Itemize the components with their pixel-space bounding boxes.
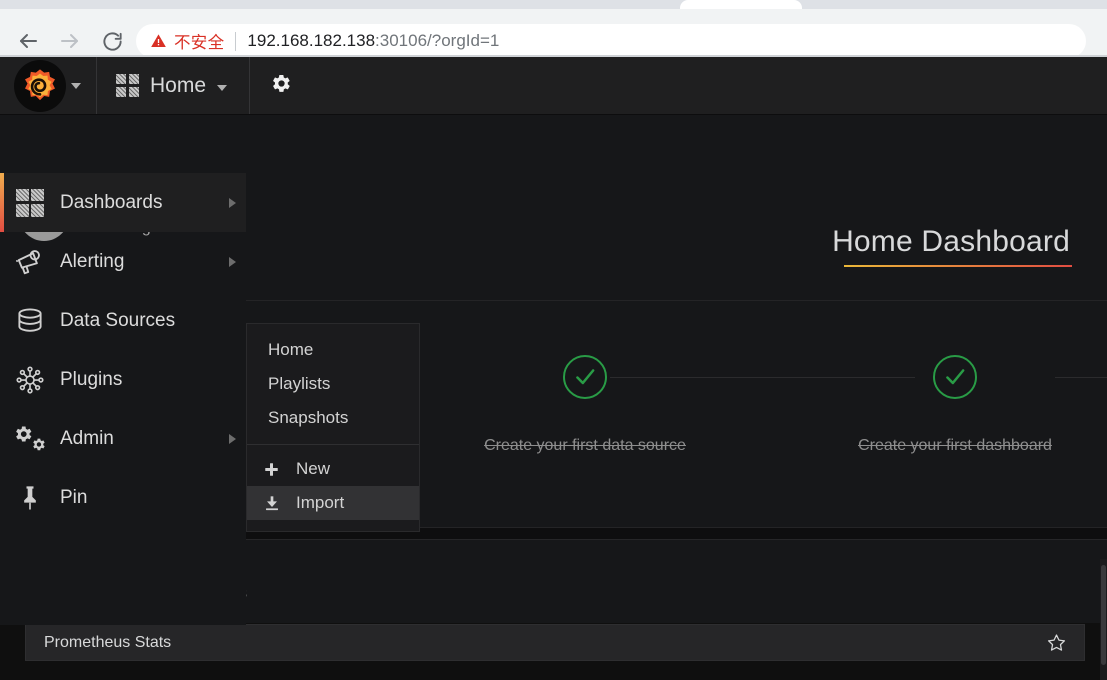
submenu-bottom-padding bbox=[247, 520, 419, 531]
submenu-item-label: Snapshots bbox=[268, 408, 349, 427]
page-title-underline bbox=[844, 265, 1072, 267]
sidebar-item-pin[interactable]: Pin bbox=[0, 468, 246, 527]
plus-icon bbox=[264, 462, 289, 477]
plugins-icon bbox=[0, 365, 60, 395]
database-icon bbox=[0, 306, 60, 336]
dashboard-list-title: Prometheus Stats bbox=[44, 633, 172, 651]
sidebar-item-label: Admin bbox=[60, 427, 114, 449]
submenu-item-label: Playlists bbox=[268, 374, 331, 393]
dashboard-grid-icon bbox=[0, 188, 60, 217]
grafana-logo-icon bbox=[14, 59, 66, 112]
chevron-right-icon bbox=[229, 256, 236, 267]
check-circle-icon bbox=[563, 355, 607, 399]
insecure-label: 不安全 bbox=[174, 33, 225, 52]
submenu-item-label: New bbox=[296, 459, 331, 478]
dashboard-grid-icon bbox=[116, 74, 139, 97]
sidebar-item-label: Plugins bbox=[60, 368, 123, 390]
sidebar-item-admin[interactable]: Admin bbox=[0, 409, 246, 468]
sidebar-item-label: Dashboards bbox=[60, 191, 163, 213]
omnibox-divider bbox=[235, 31, 237, 51]
scrollbar-thumb[interactable] bbox=[1101, 565, 1106, 665]
dashboard-settings-button[interactable] bbox=[250, 57, 313, 114]
url-path: :30106/?orgId=1 bbox=[375, 31, 500, 50]
submenu-item-new[interactable]: New bbox=[247, 452, 419, 486]
logo-menu-button[interactable] bbox=[0, 57, 97, 114]
sidebar-item-dashboards[interactable]: Dashboards bbox=[0, 173, 246, 232]
grafana-navbar: Home bbox=[0, 57, 1107, 115]
submenu-item-snapshots[interactable]: Snapshots bbox=[247, 401, 419, 435]
check-circle-icon bbox=[933, 355, 977, 399]
address-bar[interactable]: 不安全 192.168.182.138:30106/?orgId=1 bbox=[136, 24, 1086, 58]
arrow-right-icon bbox=[58, 29, 82, 53]
sidebar-item-plugins[interactable]: Plugins bbox=[0, 350, 246, 409]
step-create-dashboard[interactable]: Create your first dashboard bbox=[845, 355, 1065, 455]
browser-tab[interactable] bbox=[680, 0, 802, 9]
url-text: 192.168.182.138:30106/?orgId=1 bbox=[247, 31, 499, 51]
sidebar-item-label: Pin bbox=[60, 486, 88, 508]
page-title: Home Dashboard bbox=[832, 225, 1070, 258]
step-create-data-source[interactable]: Create your first data source bbox=[475, 355, 695, 455]
chevron-down-icon bbox=[71, 82, 81, 89]
bell-megaphone-icon bbox=[0, 247, 60, 277]
browser-tab-strip bbox=[0, 0, 1107, 9]
breadcrumb-label: Home bbox=[150, 73, 207, 97]
warning-triangle-icon bbox=[150, 33, 167, 49]
side-menu: admin Main Org. Dashboards Alerting bbox=[0, 173, 246, 625]
submenu-item-import[interactable]: Import bbox=[247, 486, 419, 520]
arrow-left-icon bbox=[16, 29, 40, 53]
sidebar-item-label: Data Sources bbox=[60, 309, 176, 331]
submenu-item-label: Home bbox=[268, 340, 314, 359]
dashboards-submenu: Home Playlists Snapshots New Import bbox=[246, 323, 420, 532]
breadcrumb-home[interactable]: Home bbox=[97, 57, 250, 114]
submenu-item-home[interactable]: Home bbox=[247, 333, 419, 367]
submenu-item-label: Import bbox=[296, 493, 345, 512]
pushpin-icon bbox=[0, 484, 60, 512]
browser-chrome: 不安全 192.168.182.138:30106/?orgId=1 bbox=[0, 0, 1107, 58]
gear-icon bbox=[271, 73, 292, 99]
sidebar-item-data-sources[interactable]: Data Sources bbox=[0, 291, 246, 350]
chevron-right-icon bbox=[229, 433, 236, 444]
step-label: Create your first dashboard bbox=[858, 437, 1052, 454]
sidebar-item-alerting[interactable]: Alerting bbox=[0, 232, 246, 291]
submenu-divider bbox=[247, 444, 419, 445]
chevron-right-icon bbox=[229, 197, 236, 208]
submenu-item-playlists[interactable]: Playlists bbox=[247, 367, 419, 401]
gears-icon bbox=[0, 424, 60, 454]
chevron-down-icon bbox=[217, 84, 228, 91]
dashboard-list-item[interactable]: Prometheus Stats bbox=[25, 624, 1085, 661]
sidebar-item-label: Alerting bbox=[60, 250, 125, 272]
step-label: Create your first data source bbox=[484, 437, 686, 454]
grafana-app: Home Home Dashboard Create your first da… bbox=[0, 57, 1107, 680]
download-icon bbox=[264, 495, 289, 511]
reload-icon bbox=[101, 30, 124, 53]
browser-toolbar: 不安全 192.168.182.138:30106/?orgId=1 bbox=[0, 9, 1107, 58]
star-outline-icon[interactable] bbox=[1047, 633, 1066, 652]
url-host: 192.168.182.138 bbox=[247, 31, 376, 50]
